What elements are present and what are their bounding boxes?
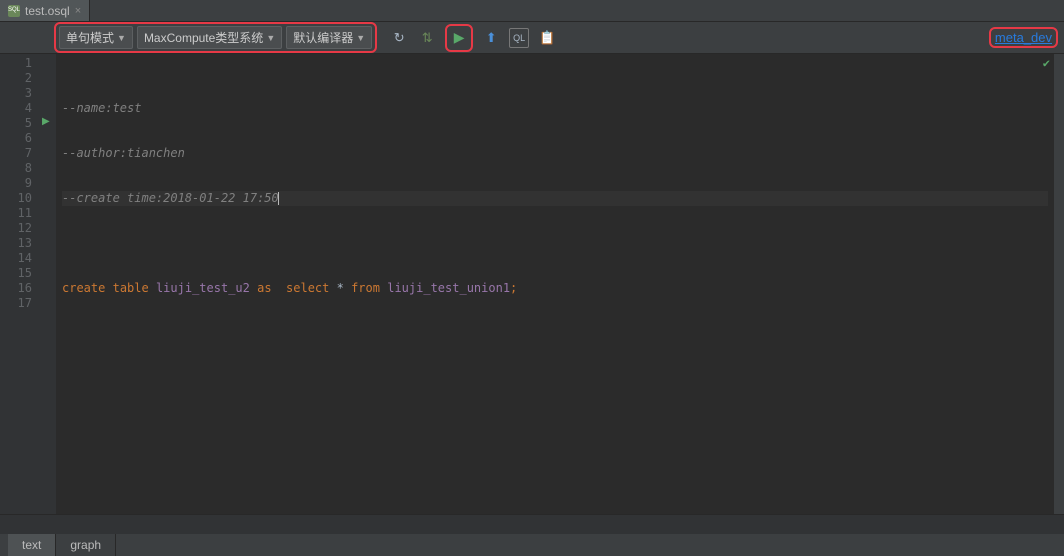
- line-number: 15: [0, 266, 32, 281]
- line-number: 17: [0, 296, 32, 311]
- text-cursor: [278, 192, 279, 205]
- compiler-label: 默认编译器: [293, 29, 353, 46]
- type-system-dropdown[interactable]: MaxCompute类型系统 ▼: [137, 26, 282, 49]
- line-number: 5: [0, 116, 32, 131]
- chevron-down-icon: ▼: [356, 33, 365, 43]
- code-area[interactable]: ✔ --name:test --author:tianchen --create…: [56, 54, 1054, 514]
- sql-file-icon: [8, 5, 20, 17]
- file-tab[interactable]: test.osql ×: [0, 0, 90, 21]
- status-strip: [0, 514, 1064, 534]
- sync-icon[interactable]: ↻: [389, 28, 409, 48]
- line-number: 4: [0, 101, 32, 116]
- comment: --name:test: [62, 101, 141, 115]
- line-number: 6: [0, 131, 32, 146]
- line-number: 16: [0, 281, 32, 296]
- sql-console-icon[interactable]: QL: [509, 28, 529, 48]
- bottom-tabs: text graph: [0, 534, 1064, 556]
- run-button[interactable]: ▶: [449, 28, 469, 48]
- line-number: 7: [0, 146, 32, 161]
- editor: 1 2 3 4 5 6 7 8 9 10 11 12 13 14 15 16 1…: [0, 54, 1064, 514]
- chevron-down-icon: ▼: [117, 33, 126, 43]
- paste-icon[interactable]: 📋: [537, 28, 557, 48]
- line-number: 9: [0, 176, 32, 191]
- toolbar: 单句模式 ▼ MaxCompute类型系统 ▼ 默认编译器 ▼ ↻ ⇅ ▶ ⬆ …: [0, 22, 1064, 54]
- line-number: 10: [0, 191, 32, 206]
- compiler-dropdown[interactable]: 默认编译器 ▼: [286, 26, 372, 49]
- keyword: as: [257, 281, 271, 295]
- line-number: 14: [0, 251, 32, 266]
- mode-dropdown[interactable]: 单句模式 ▼: [59, 26, 133, 49]
- dropdown-group-highlight: 单句模式 ▼ MaxCompute类型系统 ▼ 默认编译器 ▼: [54, 22, 377, 53]
- tab-bar: test.osql ×: [0, 0, 1064, 22]
- line-number: 8: [0, 161, 32, 176]
- meta-link-highlight: meta_dev: [989, 27, 1058, 48]
- line-number: 2: [0, 71, 32, 86]
- line-gutter: 1 2 3 4 5 6 7 8 9 10 11 12 13 14 15 16 1…: [0, 54, 40, 514]
- line-number: 3: [0, 86, 32, 101]
- vertical-scrollbar[interactable]: [1054, 54, 1064, 514]
- gutter-marks: ▶: [40, 54, 56, 514]
- validation-check-icon: ✔: [1043, 56, 1050, 71]
- line-number: 13: [0, 236, 32, 251]
- mode-label: 单句模式: [66, 29, 114, 46]
- tab-text[interactable]: text: [8, 534, 56, 556]
- type-system-label: MaxCompute类型系统: [144, 29, 263, 46]
- comment: --author:tianchen: [62, 146, 185, 160]
- tab-filename: test.osql: [25, 4, 70, 18]
- run-line-marker-icon[interactable]: ▶: [42, 116, 50, 127]
- keyword: create: [62, 281, 105, 295]
- tab-graph[interactable]: graph: [56, 534, 116, 556]
- keyword: table: [113, 281, 149, 295]
- meta-dev-link[interactable]: meta_dev: [995, 30, 1052, 45]
- toolbar-icons: ↻ ⇅ ▶ ⬆ QL 📋: [389, 24, 557, 52]
- keyword: from: [351, 281, 380, 295]
- line-number: 11: [0, 206, 32, 221]
- format-icon[interactable]: ⇅: [417, 28, 437, 48]
- keyword: select: [286, 281, 329, 295]
- line-number: 12: [0, 221, 32, 236]
- punctuation: ;: [510, 281, 517, 295]
- run-button-highlight: ▶: [445, 24, 473, 52]
- operator: *: [337, 281, 344, 295]
- upload-icon[interactable]: ⬆: [481, 28, 501, 48]
- line-number: 1: [0, 56, 32, 71]
- close-icon[interactable]: ×: [75, 5, 81, 17]
- identifier: liuji_test_union1: [387, 281, 510, 295]
- chevron-down-icon: ▼: [266, 33, 275, 43]
- identifier: liuji_test_u2: [156, 281, 250, 295]
- comment: --create time:2018-01-22 17:50: [62, 191, 279, 205]
